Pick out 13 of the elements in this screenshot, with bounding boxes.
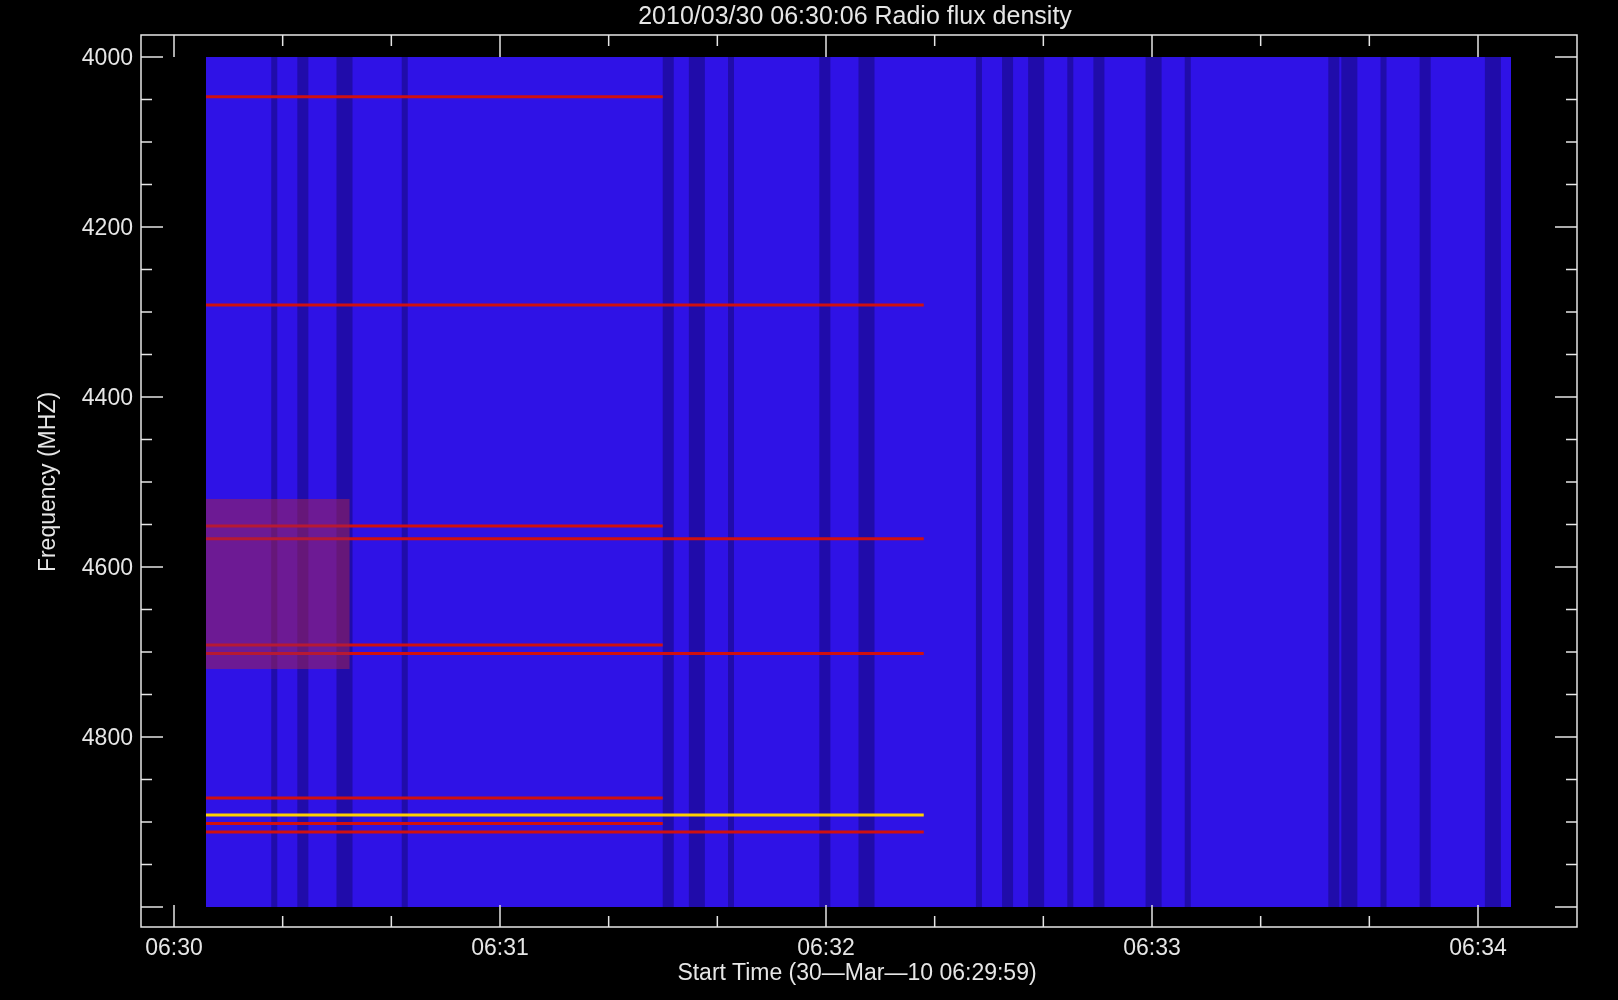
x-tick-label: 06:30 [145, 934, 203, 960]
y-tick-label: 4400 [81, 384, 133, 410]
x-tick-label: 06:33 [1123, 934, 1181, 960]
y-tick-label: 4800 [81, 724, 133, 750]
y-axis-label: Frequency (MHZ) [34, 391, 60, 573]
x-axis-label: Start Time (30—Mar—10 06:29:59) [677, 959, 1037, 985]
y-tick-label: 4600 [81, 554, 133, 580]
y-tick-label: 4200 [81, 214, 133, 240]
chart-title: 2010/03/30 06:30:06 Radio flux density [638, 1, 1072, 29]
y-tick-label: 4000 [81, 44, 133, 70]
x-tick-label: 06:32 [797, 934, 855, 960]
x-tick-label: 06:34 [1449, 934, 1507, 960]
x-tick-label: 06:31 [471, 934, 529, 960]
